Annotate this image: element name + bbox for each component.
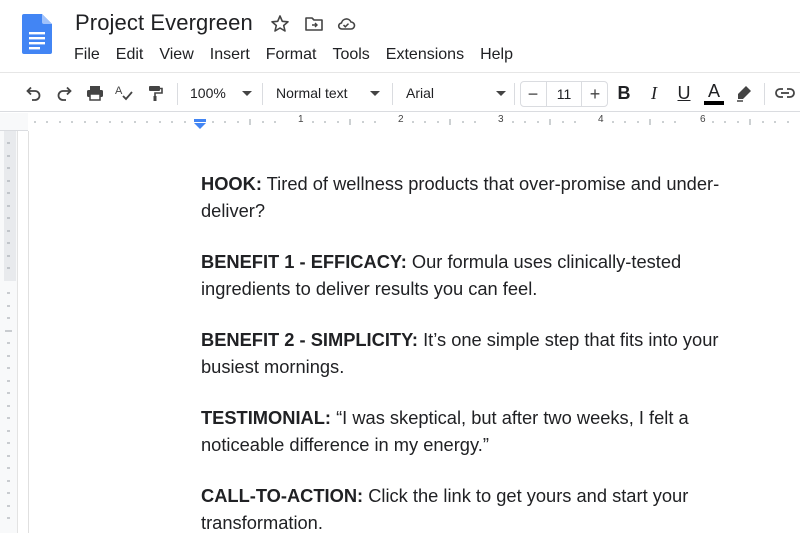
document-title[interactable]: Project Evergreen bbox=[75, 10, 253, 36]
paragraph-benefit-1[interactable]: BENEFIT 1 - EFFICACY: Our formula uses c… bbox=[201, 248, 761, 302]
zoom-value: 100% bbox=[190, 85, 226, 101]
ruler-page-area: 1 2 3 4 6 bbox=[28, 113, 800, 131]
font-select[interactable]: Arial bbox=[402, 73, 510, 113]
page-edge bbox=[28, 131, 29, 533]
menu-view[interactable]: View bbox=[151, 44, 201, 66]
menu-file[interactable]: File bbox=[66, 44, 108, 66]
title-bar: Project Evergreen File Edit View Insert … bbox=[0, 0, 800, 72]
paragraph-style-select[interactable]: Normal text bbox=[272, 73, 384, 113]
text-color-swatch bbox=[704, 100, 724, 105]
paragraph-benefit-2[interactable]: BENEFIT 2 - SIMPLICITY: It’s one simple … bbox=[201, 326, 761, 380]
paragraph-hook[interactable]: HOOK: Tired of wellness products that ov… bbox=[201, 170, 761, 224]
vertical-ruler[interactable] bbox=[0, 131, 18, 533]
print-icon[interactable] bbox=[82, 73, 108, 113]
paragraph-label: TESTIMONIAL: bbox=[201, 407, 331, 428]
chevron-down-icon bbox=[370, 90, 380, 96]
paragraph-label: HOOK: bbox=[201, 173, 262, 194]
toolbar: A 100% Normal text Arial − 11 + B I U A bbox=[0, 72, 800, 112]
star-icon[interactable] bbox=[270, 14, 290, 34]
google-docs-logo-icon[interactable] bbox=[22, 14, 52, 54]
paragraph-call-to-action[interactable]: CALL-TO-ACTION: Click the link to get yo… bbox=[201, 482, 761, 536]
menu-tools[interactable]: Tools bbox=[324, 44, 377, 66]
toolbar-divider bbox=[262, 83, 263, 105]
paragraph-label: CALL-TO-ACTION: bbox=[201, 485, 364, 506]
ruler-number: 6 bbox=[700, 114, 706, 125]
paint-format-icon[interactable] bbox=[142, 73, 168, 113]
indent-marker-icon[interactable] bbox=[194, 116, 206, 129]
increase-font-size-button[interactable]: + bbox=[582, 81, 608, 107]
move-to-folder-icon[interactable] bbox=[304, 14, 324, 34]
menu-bar: File Edit View Insert Format Tools Exten… bbox=[66, 44, 521, 66]
zoom-select[interactable]: 100% bbox=[186, 73, 256, 113]
ruler-number: 2 bbox=[398, 114, 404, 125]
font-value: Arial bbox=[406, 85, 435, 101]
menu-extensions[interactable]: Extensions bbox=[378, 44, 472, 66]
paragraph-text: Tired of wellness products that over-pro… bbox=[201, 173, 720, 221]
underline-button[interactable]: U bbox=[672, 73, 696, 113]
toolbar-divider bbox=[177, 83, 178, 105]
ruler-number: 4 bbox=[598, 114, 604, 125]
horizontal-ruler[interactable]: 1 2 3 4 6 bbox=[0, 113, 800, 131]
paragraph-style-value: Normal text bbox=[276, 85, 348, 101]
underline-icon: U bbox=[677, 82, 691, 103]
insert-link-icon[interactable] bbox=[772, 73, 798, 113]
chevron-down-icon bbox=[496, 90, 506, 96]
text-color-button[interactable]: A bbox=[702, 73, 726, 113]
paragraph-label: BENEFIT 2 - SIMPLICITY: bbox=[201, 329, 419, 350]
text-color-icon: A bbox=[707, 80, 720, 101]
toolbar-divider bbox=[764, 83, 765, 105]
chevron-down-icon bbox=[242, 90, 252, 96]
cloud-saved-icon[interactable] bbox=[336, 14, 356, 34]
ruler-number: 1 bbox=[298, 114, 304, 125]
italic-icon: I bbox=[651, 82, 657, 103]
menu-insert[interactable]: Insert bbox=[202, 44, 258, 66]
paragraph-label: BENEFIT 1 - EFFICACY: bbox=[201, 251, 407, 272]
document-body[interactable]: HOOK: Tired of wellness products that ov… bbox=[201, 170, 761, 560]
menu-format[interactable]: Format bbox=[258, 44, 325, 66]
toolbar-divider bbox=[392, 83, 393, 105]
bold-button[interactable]: B bbox=[612, 73, 636, 113]
italic-button[interactable]: I bbox=[642, 73, 666, 113]
menu-help[interactable]: Help bbox=[472, 44, 521, 66]
font-size-input[interactable]: 11 bbox=[546, 81, 582, 107]
paragraph-testimonial[interactable]: TESTIMONIAL: “I was skeptical, but after… bbox=[201, 404, 761, 458]
toolbar-divider bbox=[514, 83, 515, 105]
svg-text:A: A bbox=[115, 85, 123, 97]
decrease-font-size-button[interactable]: − bbox=[520, 81, 546, 107]
ruler-number: 3 bbox=[498, 114, 504, 125]
redo-icon[interactable] bbox=[52, 73, 78, 113]
spellcheck-icon[interactable]: A bbox=[112, 73, 138, 113]
undo-icon[interactable] bbox=[20, 73, 46, 113]
highlight-color-icon[interactable] bbox=[732, 73, 756, 113]
bold-icon: B bbox=[617, 82, 631, 103]
menu-edit[interactable]: Edit bbox=[108, 44, 152, 66]
